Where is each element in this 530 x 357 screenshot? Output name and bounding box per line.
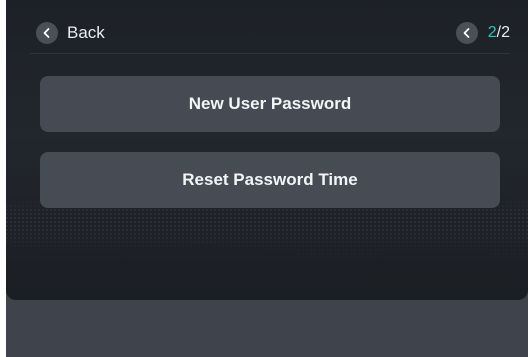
device-frame: Back 2/2 New User Password Reset Passwor… [0, 0, 530, 357]
page-total: 2 [501, 24, 510, 41]
screen: Back 2/2 New User Password Reset Passwor… [6, 0, 528, 357]
previous-page-icon[interactable] [455, 22, 478, 44]
settings-panel: Back 2/2 New User Password Reset Passwor… [6, 0, 528, 300]
header-bar: Back 2/2 [6, 0, 528, 54]
back-label: Back [67, 23, 105, 42]
page-number: 2/2 [488, 24, 510, 42]
page-indicator: 2/2 [455, 21, 510, 45]
back-button[interactable]: Back [36, 21, 105, 45]
new-user-password-button[interactable]: New User Password [40, 76, 500, 132]
page-current: 2 [487, 24, 497, 41]
reset-password-time-button[interactable]: Reset Password Time [40, 152, 500, 208]
chevron-left-icon [36, 22, 58, 44]
header-divider [30, 53, 510, 54]
